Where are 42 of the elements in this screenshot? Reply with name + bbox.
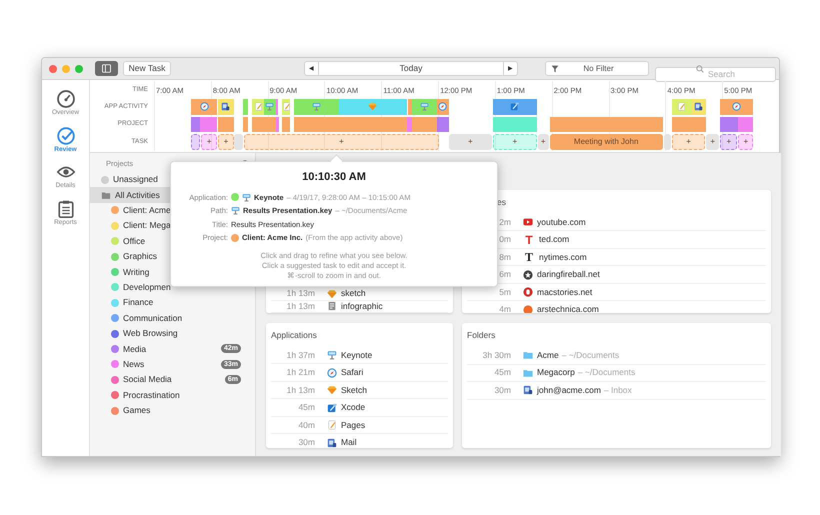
item-detail: – Inbox bbox=[604, 384, 632, 397]
duration-text: 1h 37m bbox=[286, 348, 315, 362]
duration-text: 3h 30m bbox=[482, 348, 511, 362]
item-detail: – ~/Documents bbox=[562, 348, 620, 362]
item-name: john@acme.com bbox=[537, 384, 601, 397]
item-name: Keynote bbox=[341, 348, 372, 362]
duration-text: 1h 21m bbox=[286, 366, 315, 379]
duration-text: 45m bbox=[493, 366, 511, 380]
item-name: Sketch bbox=[341, 384, 367, 396]
item-detail: – ~/Documents bbox=[578, 366, 636, 380]
duration-text: 4m bbox=[498, 303, 511, 313]
item-name: youtube.com bbox=[537, 216, 586, 228]
item-name: Mail bbox=[341, 436, 357, 448]
item-name: arstechnica.com bbox=[537, 303, 599, 313]
item-name: daringfireball.net bbox=[537, 268, 600, 281]
item-name: Acme bbox=[537, 348, 559, 362]
duration-text: 2m bbox=[498, 216, 511, 228]
item-name: infographic bbox=[341, 300, 383, 313]
duration-text: 6m bbox=[498, 268, 511, 281]
card-title: Applications bbox=[271, 329, 318, 342]
card-title: Folders bbox=[467, 329, 496, 342]
popover-title: 10:10:30 AM bbox=[302, 170, 366, 185]
duration-text: 30m bbox=[297, 436, 315, 448]
item-name: sketch bbox=[341, 287, 366, 300]
duration-text: 8m bbox=[498, 250, 511, 264]
item-name: Pages bbox=[341, 418, 366, 432]
duration-text: 30m bbox=[493, 384, 511, 397]
duration-text: 1h 13m bbox=[286, 300, 315, 313]
item-name: Megacorp bbox=[537, 366, 575, 380]
duration-text: 1h 13m bbox=[286, 287, 315, 300]
item-name: ted.com bbox=[539, 233, 570, 246]
logo-letter: T bbox=[524, 234, 534, 246]
duration-text: 1h 13m bbox=[286, 384, 315, 396]
duration-text: 40m bbox=[297, 418, 315, 432]
duration-text: 5m bbox=[498, 286, 511, 298]
item-name: Xcode bbox=[341, 401, 366, 414]
duration-text: 45m bbox=[297, 401, 315, 414]
item-name: Safari bbox=[341, 366, 364, 379]
item-name: nytimes.com bbox=[539, 250, 587, 264]
logo-letter: T bbox=[524, 251, 534, 263]
duration-text: 0m bbox=[498, 233, 511, 246]
item-name: macstories.net bbox=[537, 286, 592, 298]
